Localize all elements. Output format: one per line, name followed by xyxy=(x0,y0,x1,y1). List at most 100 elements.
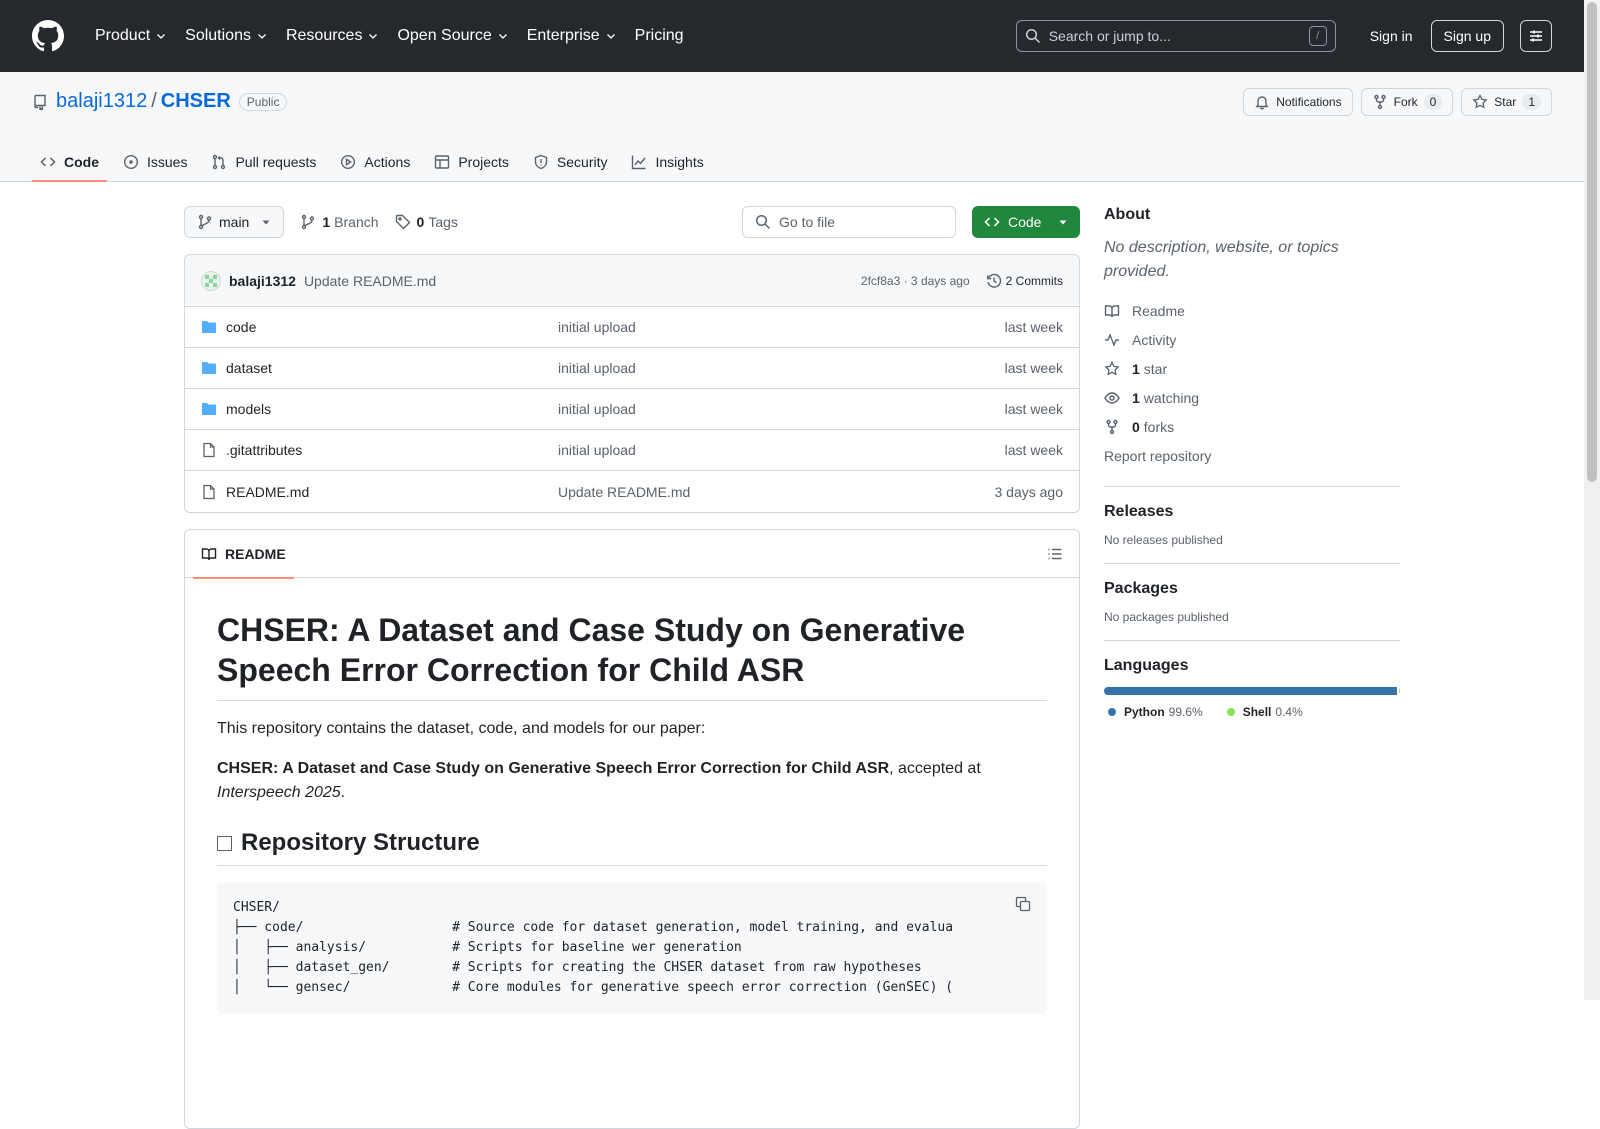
file-date: last week xyxy=(1004,360,1063,376)
stars-link[interactable]: 1 star xyxy=(1104,354,1400,383)
avatar[interactable] xyxy=(201,270,221,291)
tab-insights[interactable]: Insights xyxy=(623,142,711,182)
git-pull-request-icon xyxy=(213,154,226,170)
releases-heading[interactable]: Releases xyxy=(1104,503,1400,521)
commits-link[interactable]: 2 Commits xyxy=(986,273,1063,289)
file-name-link[interactable]: .gitattributes xyxy=(226,442,558,458)
table-row[interactable]: .gitattributes initial upload last week xyxy=(185,430,1079,471)
sign-in-link[interactable]: Sign in xyxy=(1352,28,1431,44)
issue-opened-icon xyxy=(123,154,139,170)
file-commit-message[interactable]: initial upload xyxy=(558,319,636,335)
tab-issues[interactable]: Issues xyxy=(115,142,195,182)
notifications-button[interactable]: Notifications xyxy=(1243,88,1353,116)
repo-actions: Notifications Fork 0 Star 1 xyxy=(1243,88,1552,116)
fork-icon xyxy=(1373,94,1386,110)
pulse-icon xyxy=(1105,332,1119,347)
language-shell[interactable]: Shell 0.4% xyxy=(1226,705,1303,719)
nav-solutions[interactable]: Solutions xyxy=(176,20,277,52)
nav-pricing[interactable]: Pricing xyxy=(626,20,693,52)
branch-selector[interactable]: main xyxy=(184,206,285,238)
file-name-link[interactable]: models xyxy=(226,401,558,417)
main-nav: Product Solutions Resources Open Source … xyxy=(86,20,693,52)
commit-message[interactable]: Update README.md xyxy=(304,273,436,289)
search-input[interactable]: Search or jump to... / xyxy=(1015,20,1336,52)
visibility-badge: Public xyxy=(238,92,288,111)
github-logo-icon[interactable] xyxy=(32,20,64,52)
watchers-link[interactable]: 1 watching xyxy=(1104,383,1400,412)
file-date: last week xyxy=(1004,401,1063,417)
language-python[interactable]: Python 99.6% xyxy=(1108,705,1203,719)
tab-security[interactable]: Security xyxy=(525,142,616,182)
about-description: No description, website, or topics provi… xyxy=(1104,239,1339,280)
packages-heading[interactable]: Packages xyxy=(1104,580,1400,598)
star-icon xyxy=(1472,94,1488,109)
sign-up-button[interactable]: Sign up xyxy=(1430,20,1504,52)
star-button[interactable]: Star 1 xyxy=(1461,88,1552,116)
repo-sidebar: About No description, website, or topics… xyxy=(1104,206,1400,719)
table-row[interactable]: models initial upload last week xyxy=(185,389,1079,430)
file-icon xyxy=(203,442,215,458)
repo-owner-link[interactable]: balaji1312 xyxy=(56,90,147,113)
language-bar-segment-python xyxy=(1104,687,1397,695)
nav-resources[interactable]: Resources xyxy=(277,20,388,52)
play-icon xyxy=(341,154,356,170)
activity-link[interactable]: Activity xyxy=(1104,325,1400,354)
tab-pull-requests[interactable]: Pull requests xyxy=(203,142,324,182)
readme-header: README xyxy=(185,530,1079,579)
nav-open-source[interactable]: Open Source xyxy=(388,20,517,52)
scrollbar-thumb[interactable] xyxy=(1587,2,1597,482)
file-name-link[interactable]: dataset xyxy=(226,360,558,376)
commit-hash-time[interactable]: 2fcf8a3 · 3 days ago xyxy=(861,274,970,288)
readme-content: CHSER: A Dataset and Case Study on Gener… xyxy=(185,578,1079,1014)
tab-actions[interactable]: Actions xyxy=(332,142,418,182)
branches-link[interactable]: 1 Branch xyxy=(300,214,379,230)
forks-link[interactable]: 0 forks xyxy=(1104,412,1400,441)
table-row[interactable]: README.md Update README.md 3 days ago xyxy=(185,471,1079,512)
tab-projects[interactable]: Projects xyxy=(426,142,517,182)
search-shortcut-key: / xyxy=(1308,26,1327,46)
repo-name-link[interactable]: CHSER xyxy=(161,90,231,113)
file-name-link[interactable]: code xyxy=(226,319,558,335)
divider xyxy=(1104,486,1400,487)
file-commit-message[interactable]: initial upload xyxy=(558,360,636,376)
list-unordered-icon[interactable] xyxy=(1047,546,1063,562)
chevron-down-icon xyxy=(369,34,378,39)
table-icon xyxy=(435,155,450,169)
table-row[interactable]: code initial upload last week xyxy=(185,307,1079,348)
commit-author[interactable]: balaji1312 xyxy=(229,273,296,289)
code-dropdown-button[interactable]: Code xyxy=(972,206,1080,238)
table-row[interactable]: dataset initial upload last week xyxy=(185,348,1079,389)
copy-icon[interactable] xyxy=(1015,896,1031,912)
language-bar xyxy=(1104,687,1400,695)
readme-link[interactable]: Readme xyxy=(1104,296,1400,325)
readme-title: CHSER: A Dataset and Case Study on Gener… xyxy=(217,610,1047,701)
code-block: CHSER/ ├── code/ # Source code for datas… xyxy=(217,882,1047,1014)
fork-button[interactable]: Fork 0 xyxy=(1360,88,1454,116)
tags-link[interactable]: 0 Tags xyxy=(395,214,458,230)
readme-intro: This repository contains the dataset, co… xyxy=(217,720,706,737)
tab-code[interactable]: Code xyxy=(32,142,107,182)
language-list: Python 99.6% Shell 0.4% xyxy=(1104,705,1400,719)
folder-icon xyxy=(202,321,216,333)
chevron-down-icon xyxy=(606,34,615,39)
page-scrollbar[interactable] xyxy=(1584,0,1600,1000)
file-commit-message[interactable]: Update README.md xyxy=(558,484,690,500)
file-commit-message[interactable]: initial upload xyxy=(558,442,636,458)
git-branch-icon xyxy=(198,214,212,230)
file-date: last week xyxy=(1004,319,1063,335)
repo-tabs: Code Issues Pull requests Actions Projec… xyxy=(32,142,720,182)
languages-heading: Languages xyxy=(1104,657,1189,674)
caret-down-icon xyxy=(1059,220,1067,225)
file-browser: balaji1312 Update README.md 2fcf8a3 · 3 … xyxy=(184,254,1080,513)
file-icon xyxy=(203,484,215,499)
header-menu-button[interactable] xyxy=(1520,20,1552,52)
file-name-link[interactable]: README.md xyxy=(226,484,558,500)
code-icon xyxy=(40,157,56,167)
go-to-file-input[interactable]: Go to file xyxy=(742,206,956,238)
tab-readme[interactable]: README xyxy=(193,530,294,579)
report-repository-link[interactable]: Report repository xyxy=(1104,441,1400,470)
file-commit-message[interactable]: initial upload xyxy=(558,401,636,417)
nav-product[interactable]: Product xyxy=(86,20,176,52)
nav-enterprise[interactable]: Enterprise xyxy=(518,20,626,52)
language-color-dot xyxy=(1108,708,1116,716)
